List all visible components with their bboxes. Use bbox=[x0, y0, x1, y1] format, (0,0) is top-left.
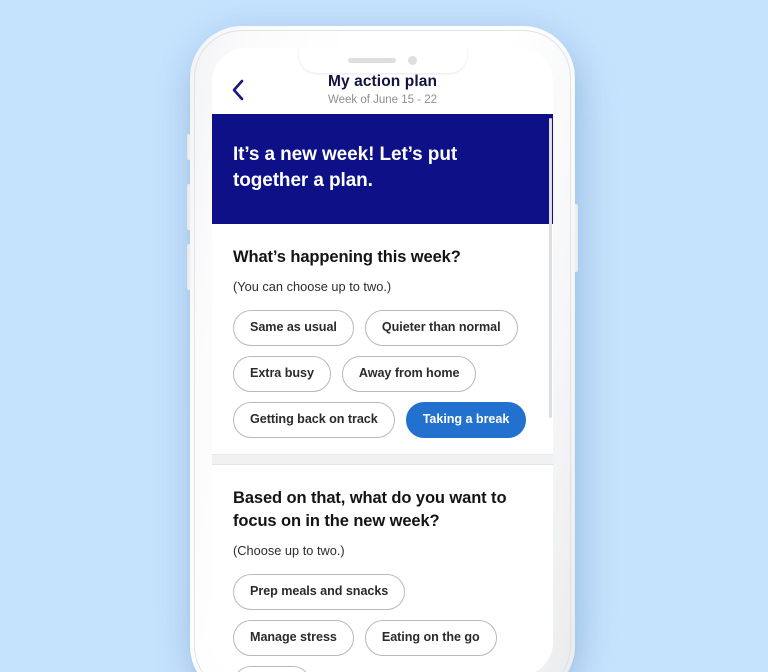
option-pill-sit-less[interactable]: Sit less bbox=[233, 666, 311, 672]
scrollable-content[interactable]: It’s a new week! Let’s put together a pl… bbox=[212, 114, 553, 672]
option-pill-group: Prep meals and snacks Manage stress Eati… bbox=[233, 574, 532, 672]
phone-screen: My action plan Week of June 15 - 22 It’s… bbox=[212, 48, 553, 672]
option-pill-manage-stress[interactable]: Manage stress bbox=[233, 620, 354, 656]
page-subtitle: Week of June 15 - 22 bbox=[327, 94, 438, 106]
section-hint: (Choose up to two.) bbox=[233, 543, 345, 558]
speaker-grille-icon bbox=[348, 58, 396, 63]
hero-banner: It’s a new week! Let’s put together a pl… bbox=[212, 114, 553, 224]
option-pill-prep-meals-and-snacks[interactable]: Prep meals and snacks bbox=[233, 574, 406, 610]
section-title: What’s happening this week? bbox=[233, 248, 461, 266]
silent-switch-button[interactable] bbox=[187, 134, 191, 160]
section-focus-area: Based on that, what do you want to focus… bbox=[212, 465, 553, 672]
phone-notch bbox=[298, 48, 467, 73]
hero-headline: It’s a new week! Let’s put together a pl… bbox=[233, 144, 458, 191]
option-pill-quieter-than-normal[interactable]: Quieter than normal bbox=[364, 310, 518, 346]
phone-device: My action plan Week of June 15 - 22 It’s… bbox=[187, 26, 578, 672]
option-pill-away-from-home[interactable]: Away from home bbox=[341, 356, 477, 392]
option-pill-eating-on-the-go[interactable]: Eating on the go bbox=[364, 620, 497, 656]
option-pill-extra-busy[interactable]: Extra busy bbox=[233, 356, 331, 392]
option-pill-same-as-usual[interactable]: Same as usual bbox=[233, 310, 354, 346]
option-pill-taking-a-break[interactable]: Taking a break bbox=[405, 402, 527, 438]
page-title: My action plan bbox=[327, 73, 438, 90]
front-camera-icon bbox=[408, 56, 417, 65]
power-button[interactable] bbox=[574, 204, 578, 272]
section-hint: (You can choose up to two.) bbox=[233, 279, 392, 294]
volume-down-button[interactable] bbox=[187, 244, 191, 290]
vertical-scrollbar[interactable] bbox=[549, 118, 552, 418]
volume-up-button[interactable] bbox=[187, 184, 191, 230]
option-pill-getting-back-on-track[interactable]: Getting back on track bbox=[233, 402, 395, 438]
screenshot-stage: My action plan Week of June 15 - 22 It’s… bbox=[0, 0, 768, 672]
section-whats-happening: What’s happening this week? (You can cho… bbox=[212, 224, 553, 454]
section-title: Based on that, what do you want to focus… bbox=[233, 489, 507, 530]
navbar-titles: My action plan Week of June 15 - 22 bbox=[212, 72, 553, 108]
navbar-inner: My action plan Week of June 15 - 22 bbox=[212, 72, 553, 114]
section-divider bbox=[212, 454, 553, 465]
option-pill-group: Same as usual Quieter than normal Extra … bbox=[233, 310, 532, 438]
